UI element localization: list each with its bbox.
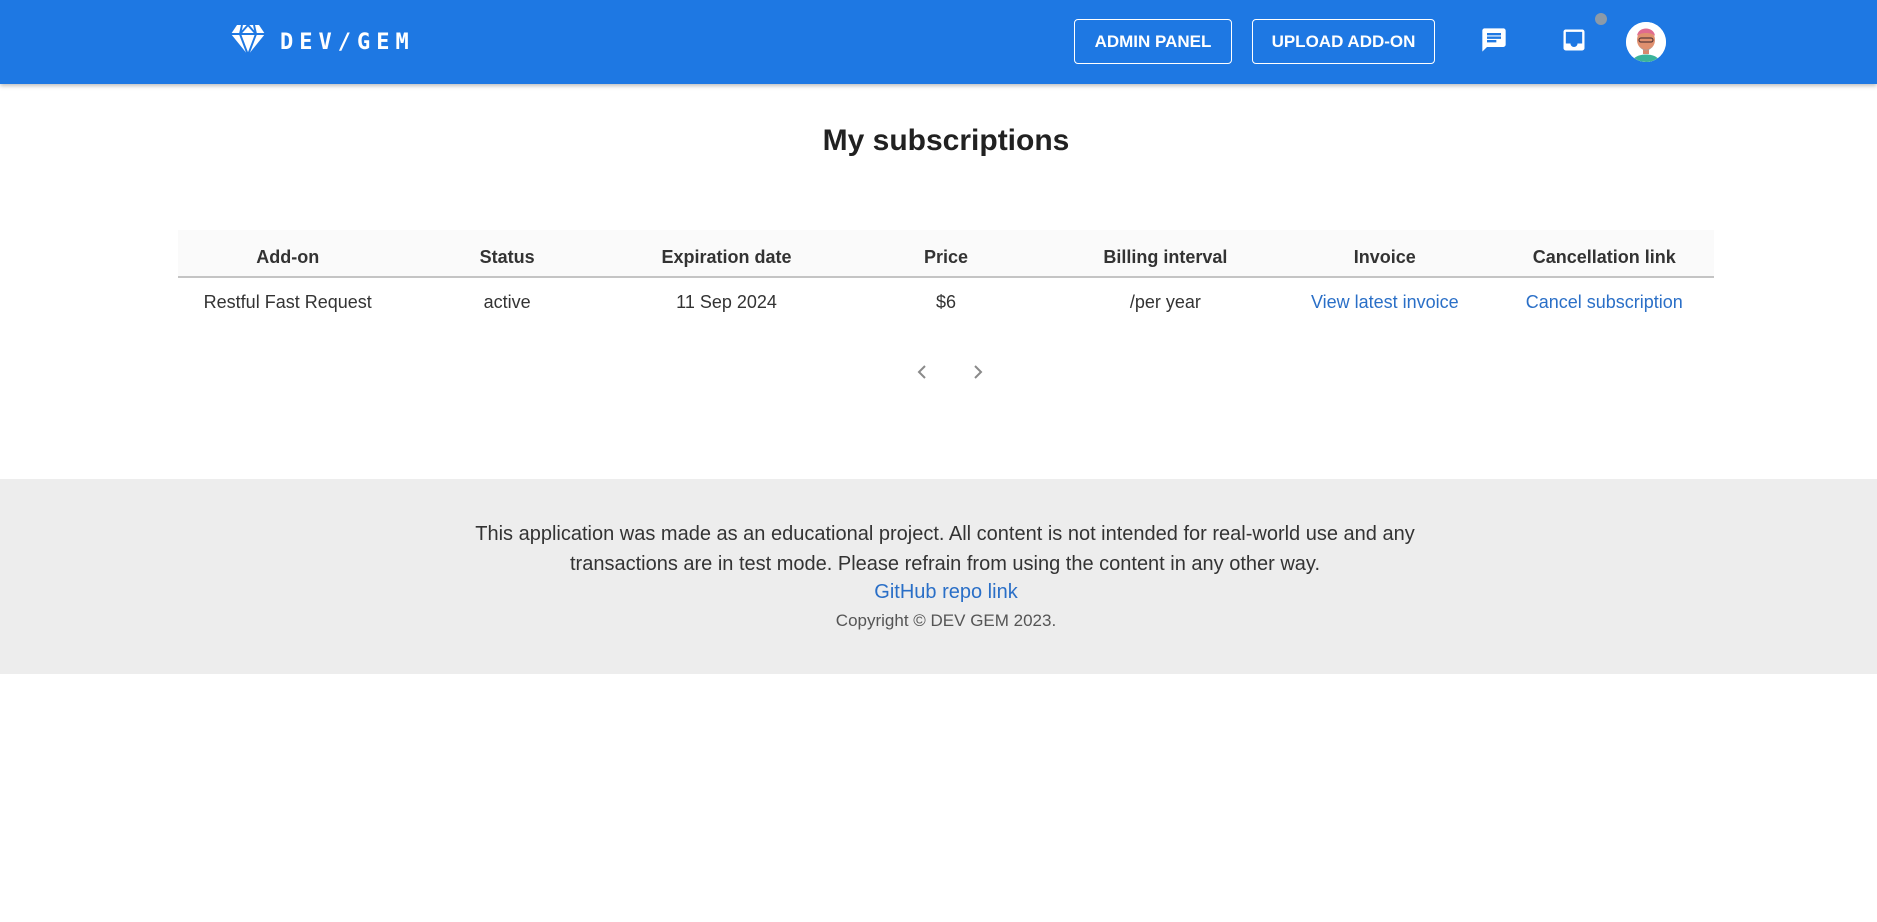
brand-name: DEV/GEM <box>280 30 415 55</box>
github-repo-link[interactable]: GitHub repo link <box>0 581 1877 604</box>
cell-status: active <box>483 291 531 312</box>
notification-dot <box>1595 13 1607 25</box>
previous-page-button[interactable] <box>900 358 944 390</box>
column-header-invoice: Invoice <box>1353 247 1416 267</box>
cell-cancellation: Cancel subscription <box>1495 277 1714 329</box>
inbox-button[interactable] <box>1554 22 1594 62</box>
cell-price: $6 <box>935 291 956 312</box>
column-header-billing-interval: Billing interval <box>1103 247 1228 267</box>
messages-button[interactable] <box>1474 22 1514 62</box>
cell-billing-interval: /per year <box>1129 291 1201 312</box>
subscriptions-table: Add-on Status Expiration date Price Bill… <box>178 230 1714 329</box>
cancel-subscription-link[interactable]: Cancel subscription <box>1526 292 1683 312</box>
table-header-row: Add-on Status Expiration date Price Bill… <box>178 230 1714 277</box>
cell-addon: Restful Fast Request <box>203 291 372 312</box>
chevron-left-icon <box>915 363 929 386</box>
next-page-button[interactable] <box>956 358 1000 390</box>
footer: This application was made as an educatio… <box>0 479 1877 674</box>
column-header-cancellation: Cancellation link <box>1532 247 1676 267</box>
pagination <box>900 358 1000 390</box>
upload-addon-button[interactable]: UPLOAD ADD-ON <box>1252 19 1435 64</box>
column-header-price: Price <box>923 247 968 267</box>
admin-panel-button[interactable]: ADMIN PANEL <box>1074 19 1232 64</box>
cell-expiration: 11 Sep 2024 <box>676 291 777 312</box>
column-header-status: Status <box>479 247 535 267</box>
gem-logo-icon <box>230 23 266 61</box>
app-header: DEV/GEM ADMIN PANEL UPLOAD ADD-ON <box>0 0 1877 84</box>
table-row: Restful Fast Request active 11 Sep 2024 … <box>178 277 1714 329</box>
column-header-expiration: Expiration date <box>661 247 792 267</box>
page-title: My subscriptions <box>822 124 1070 157</box>
view-invoice-link[interactable]: View latest invoice <box>1311 292 1459 312</box>
column-header-addon: Add-on <box>256 247 320 267</box>
avatar[interactable] <box>1626 22 1666 62</box>
cell-invoice: View latest invoice <box>1275 277 1494 329</box>
copyright: Copyright © DEV GEM 2023. <box>835 611 1057 630</box>
chevron-right-icon <box>971 363 985 386</box>
inbox-icon <box>1560 26 1588 59</box>
footer-disclaimer: This application was made as an educatio… <box>475 523 1415 575</box>
chat-icon <box>1480 26 1508 59</box>
brand-logo[interactable]: DEV/GEM <box>230 23 415 61</box>
